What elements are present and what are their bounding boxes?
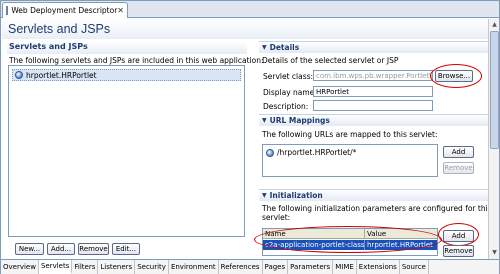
url-remove-button[interactable]: Remove xyxy=(443,162,474,174)
editor-tab-strip: Web Deployment Descriptor ✕ xyxy=(1,1,499,18)
tab-extensions[interactable]: Extensions xyxy=(357,260,400,274)
tab-source[interactable]: Source xyxy=(400,260,429,274)
initialization-description-line2: servlet: xyxy=(262,213,291,222)
list-item[interactable]: /hrportlet.HRPortlet/* xyxy=(266,148,356,157)
list-item-label: hrportlet.HRPortlet xyxy=(26,70,97,80)
tab-environment[interactable]: Environment xyxy=(169,260,219,274)
close-icon[interactable]: ✕ xyxy=(117,6,124,15)
collapse-icon[interactable]: ▼ xyxy=(262,44,267,51)
url-mapping-label: /hrportlet.HRPortlet/* xyxy=(277,148,357,157)
tab-pages[interactable]: Pages xyxy=(263,260,289,274)
servlets-list[interactable]: hrportlet.HRPortlet xyxy=(8,65,245,237)
table-header: Name Value xyxy=(263,229,437,239)
display-name-label: Display name: xyxy=(263,88,317,97)
url-mappings-description: The following URLs are mapped to this se… xyxy=(262,130,438,139)
table-row[interactable]: c2a-application-portlet-class hrportlet.… xyxy=(263,240,437,250)
remove-button[interactable]: Remove xyxy=(78,243,109,255)
description-label: Description: xyxy=(263,102,309,111)
tab-references[interactable]: References xyxy=(219,260,263,274)
descriptor-file-icon xyxy=(6,6,9,15)
scroll-up-icon[interactable]: ▲ xyxy=(490,20,499,29)
tab-label: Web Deployment Descriptor xyxy=(11,6,118,15)
url-mappings-list[interactable]: /hrportlet.HRPortlet/* xyxy=(262,144,438,177)
init-remove-button[interactable]: Remove xyxy=(443,245,474,257)
collapse-icon[interactable]: ▼ xyxy=(262,192,267,199)
tab-web-deployment-descriptor[interactable]: Web Deployment Descriptor ✕ xyxy=(2,2,128,18)
initialization-section-title: Initialization xyxy=(269,191,323,200)
tab-mime[interactable]: MIME xyxy=(333,260,357,274)
display-name-field[interactable]: HRPortlet xyxy=(313,86,433,97)
servlet-class-field[interactable]: com.ibm.wps.pb.wrapper.PortletW xyxy=(313,70,433,81)
param-value-cell: hrportlet.HRPortlet xyxy=(367,241,433,249)
init-add-button[interactable]: Add xyxy=(443,230,474,242)
scroll-down-icon[interactable]: ▼ xyxy=(490,248,499,257)
scrollbar-thumb[interactable] xyxy=(490,31,499,149)
description-field[interactable] xyxy=(313,100,433,111)
editor-window: Web Deployment Descriptor ✕ Servlets and… xyxy=(0,0,500,274)
tab-overview[interactable]: Overview xyxy=(1,260,39,274)
url-mappings-section-header[interactable]: ▼ URL Mappings xyxy=(259,114,488,126)
url-mapping-icon xyxy=(266,148,274,157)
initialization-description-line1: The following initialization parameters … xyxy=(262,204,492,213)
editor-header: Servlets and JSPs xyxy=(2,19,489,39)
collapse-icon[interactable]: ▼ xyxy=(262,117,267,124)
tab-listeners[interactable]: Listeners xyxy=(98,260,136,274)
tab-parameters[interactable]: Parameters xyxy=(288,260,334,274)
add-button[interactable]: Add... xyxy=(47,243,75,255)
column-header-name[interactable]: Name xyxy=(263,229,365,238)
servlet-class-label: Servlet class: xyxy=(263,72,314,81)
edit-button[interactable]: Edit... xyxy=(112,243,140,255)
servlets-section-title: Servlets and JSPs xyxy=(9,42,88,51)
editor-page-tabs: Overview Servlets Filters Listeners Secu… xyxy=(1,259,499,274)
servlets-section-description: The following servlets and JSPs are incl… xyxy=(9,56,264,65)
servlet-icon xyxy=(15,71,23,79)
initialization-section-header[interactable]: ▼ Initialization xyxy=(259,189,488,201)
page-title: Servlets and JSPs xyxy=(8,22,111,36)
details-description: Details of the selected servlet or JSP xyxy=(262,56,399,65)
details-section-title: Details xyxy=(269,43,300,52)
list-item[interactable]: hrportlet.HRPortlet xyxy=(12,69,241,81)
tab-servlets[interactable]: Servlets xyxy=(38,260,73,274)
tab-filters[interactable]: Filters xyxy=(72,260,99,274)
browse-button[interactable]: Browse... xyxy=(435,70,473,82)
param-name-cell: c2a-application-portlet-class xyxy=(265,240,365,250)
url-mappings-section-title: URL Mappings xyxy=(269,116,330,125)
init-params-table[interactable]: Name Value c2a-application-portlet-class… xyxy=(262,228,438,256)
url-add-button[interactable]: Add xyxy=(443,146,474,158)
tab-security[interactable]: Security xyxy=(135,260,169,274)
new-button[interactable]: New... xyxy=(15,243,44,255)
column-header-value[interactable]: Value xyxy=(365,229,437,238)
details-section-header[interactable]: ▼ Details xyxy=(259,41,488,53)
vertical-scrollbar[interactable]: ▲ ▼ xyxy=(488,19,499,259)
